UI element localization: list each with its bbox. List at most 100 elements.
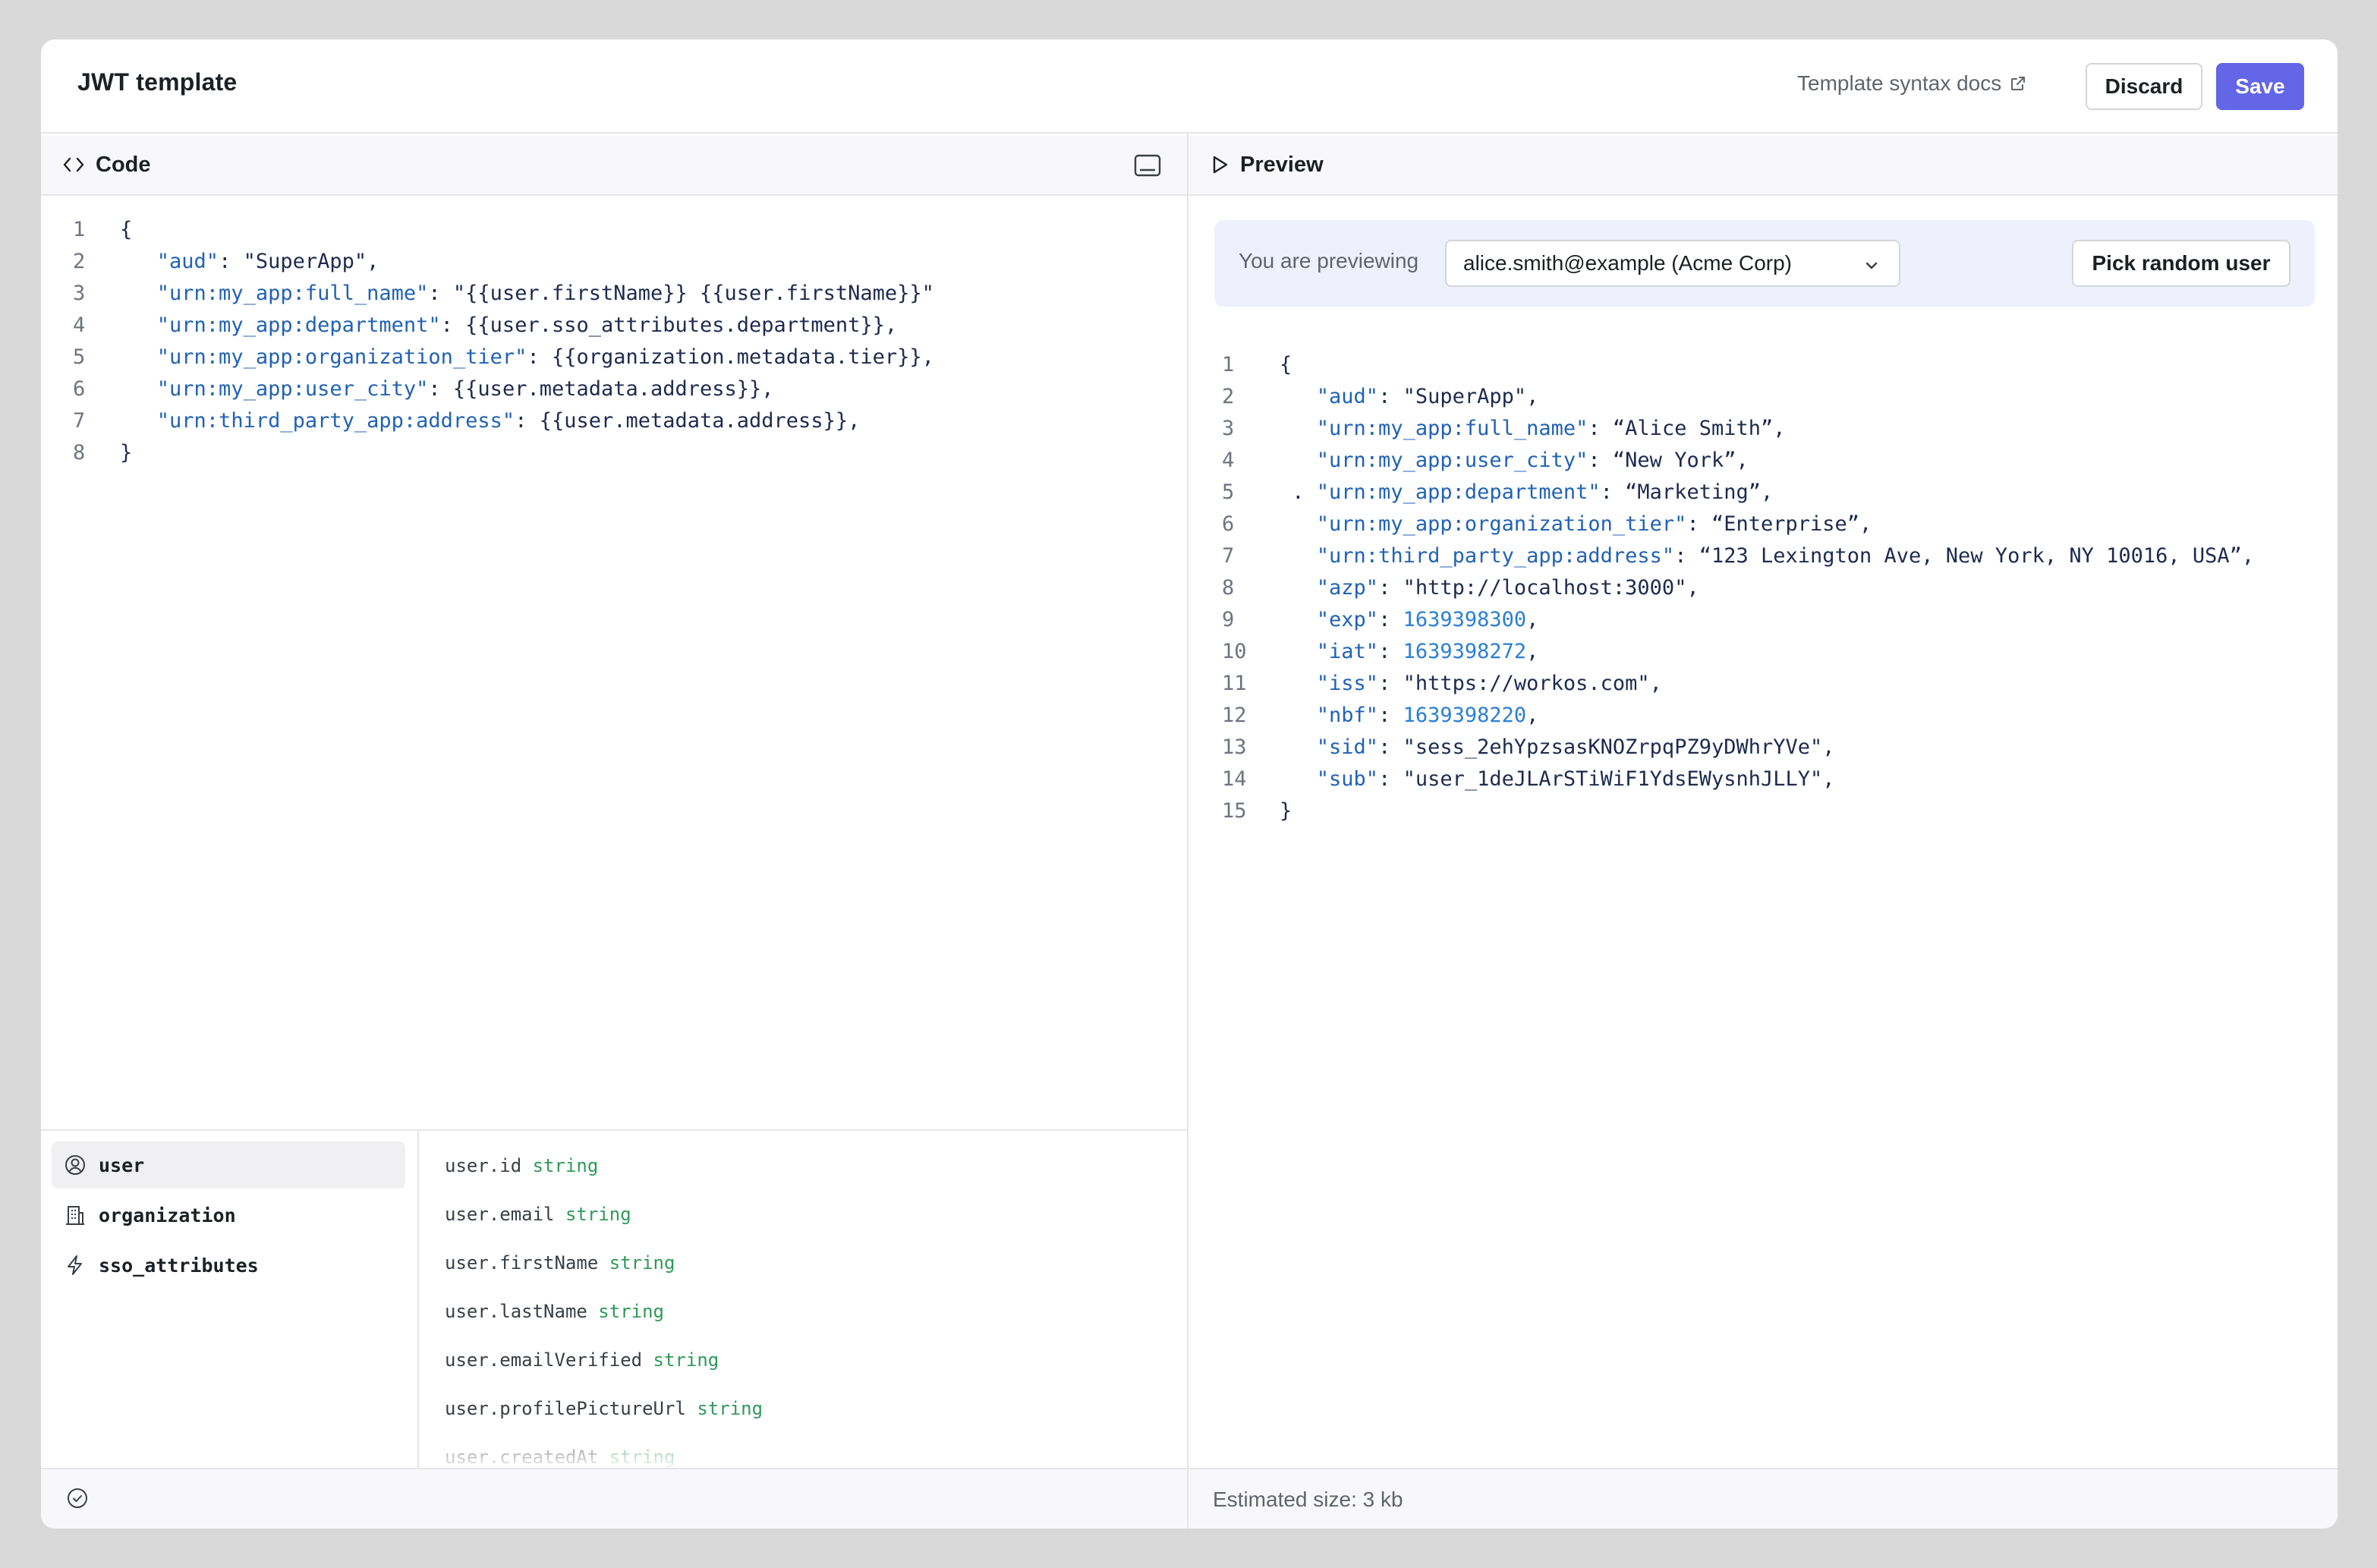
json-text: : "{{user.firstName}} {{user.firstName}}… <box>428 282 934 305</box>
code-line: 2 "aud": "SuperApp", <box>73 246 934 278</box>
json-text: } <box>120 441 133 464</box>
page-title: JWT template <box>77 68 238 96</box>
line-content: "iss": "https://workos.com", <box>1280 668 1662 700</box>
json-key: "aud" <box>156 250 219 273</box>
line-number: 14 <box>1222 767 1247 791</box>
field-item[interactable]: user.createdAt string <box>445 1447 675 1468</box>
line-number: 10 <box>1222 640 1247 663</box>
code-line: 12 "nbf": 1639398220, <box>1222 700 2254 732</box>
line-number: 2 <box>1222 385 1235 408</box>
code-line: 8 "azp": "http://localhost:3000", <box>1222 572 2254 604</box>
json-text: { <box>1280 353 1292 376</box>
user-circle-icon <box>64 1154 87 1176</box>
line-number: 8 <box>1222 576 1235 600</box>
json-text: : "user_1deJLArSTiWiF1YdsEWysnhJLLY", <box>1378 767 1835 791</box>
line-content: "urn:my_app:organization_tier": “Enterpr… <box>1280 508 1872 540</box>
line-content: "urn:my_app:full_name": "{{user.firstNam… <box>120 278 934 310</box>
line-content: "aud": "SuperApp", <box>120 246 379 278</box>
json-text: : “New York”, <box>1588 449 1749 472</box>
code-line: 6 "urn:my_app:user_city": {{user.metadat… <box>73 373 934 405</box>
variables-divider <box>417 1131 419 1469</box>
json-text <box>120 409 157 433</box>
json-text: : "http://localhost:3000", <box>1378 576 1699 600</box>
code-line: 5 "urn:my_app:organization_tier": {{orga… <box>73 342 934 373</box>
code-line: 1{ <box>1222 349 2254 381</box>
line-content: "urn:my_app:user_city": “New York”, <box>1280 445 1749 477</box>
category-label: organization <box>99 1204 236 1226</box>
discard-button[interactable]: Discard <box>2086 63 2202 110</box>
json-key: "urn:my_app:full_name" <box>156 282 429 305</box>
line-number: 4 <box>73 313 86 337</box>
json-text: } <box>1280 799 1292 823</box>
field-name: user.firstName <box>445 1252 599 1274</box>
code-line: 15} <box>1222 795 2254 827</box>
pick-random-user-button[interactable]: Pick random user <box>2072 240 2290 287</box>
code-line: 14 "sub": "user_1deJLArSTiWiF1YdsEWysnhJ… <box>1222 764 2254 795</box>
user-select[interactable]: alice.smith@example (Acme Corp) <box>1445 240 1900 287</box>
code-line: 7 "urn:third_party_app:address": “123 Le… <box>1222 540 2254 572</box>
line-number: 11 <box>1222 672 1247 695</box>
json-text <box>120 250 157 273</box>
json-text <box>120 313 157 337</box>
field-item[interactable]: user.emailVerified string <box>445 1349 719 1371</box>
category-user[interactable]: user <box>52 1141 405 1189</box>
json-text: : <box>1378 640 1403 663</box>
panel-divider[interactable] <box>1187 134 1188 1529</box>
json-text <box>1280 672 1317 695</box>
json-text: : "SuperApp", <box>219 250 379 273</box>
code-editor[interactable]: 1{2 "aud": "SuperApp", 3 "urn:my_app:full… <box>73 214 934 469</box>
line-number: 13 <box>1222 735 1247 759</box>
json-key: "urn:my_app:full_name" <box>1316 417 1588 440</box>
field-item[interactable]: user.email string <box>445 1204 631 1225</box>
line-content: "urn:my_app:full_name": “Alice Smith”, <box>1280 413 1786 445</box>
docs-link-label: Template syntax docs <box>1797 71 2002 95</box>
field-item[interactable]: user.id string <box>445 1155 598 1176</box>
code-line: 8} <box>73 437 934 469</box>
json-text: : "SuperApp", <box>1378 385 1539 408</box>
preview-output: 1{2 "aud": "SuperApp", 3 "urn:my_app:full… <box>1222 349 2254 827</box>
selected-user-value: alice.smith@example (Acme Corp) <box>1463 251 1792 275</box>
category-organization[interactable]: organization <box>52 1192 405 1239</box>
save-button[interactable]: Save <box>2216 63 2304 110</box>
code-line: 2 "aud": "SuperApp", <box>1222 381 2254 413</box>
field-type: string <box>565 1204 631 1225</box>
field-item[interactable]: user.profilePictureUrl string <box>445 1398 763 1419</box>
json-key: "urn:my_app:department" <box>1316 480 1601 504</box>
json-key: "aud" <box>1316 385 1379 408</box>
field-type: string <box>609 1252 675 1274</box>
line-content: "azp": "http://localhost:3000", <box>1280 572 1699 604</box>
field-name: user.createdAt <box>445 1447 599 1468</box>
json-key: "urn:my_app:department" <box>156 313 441 337</box>
json-text <box>1280 640 1317 663</box>
check-circle-icon <box>65 1486 90 1510</box>
previewing-label: You are previewing <box>1239 249 1419 272</box>
json-text <box>1280 449 1317 472</box>
category-sso-attributes[interactable]: sso_attributes <box>52 1242 405 1289</box>
json-text: : <box>1378 608 1403 631</box>
line-number: 3 <box>73 282 86 305</box>
field-type: string <box>609 1447 675 1468</box>
preview-user-bar: You are previewing alice.smith@example (… <box>1214 220 2315 307</box>
line-number: 12 <box>1222 704 1247 727</box>
line-number: 3 <box>1222 417 1235 440</box>
json-text <box>1280 417 1317 440</box>
json-key: "iat" <box>1316 640 1379 663</box>
jwt-template-window: JWT template Template syntax docs Discar… <box>41 39 2338 1529</box>
toggle-bottom-panel-icon[interactable] <box>1134 153 1161 178</box>
chevron-down-icon <box>1862 257 1881 275</box>
line-content: . "urn:my_app:department": “Marketing”, <box>1280 477 1773 508</box>
field-item[interactable]: user.lastName string <box>445 1301 664 1322</box>
line-content: "aud": "SuperApp", <box>1280 381 1539 413</box>
field-item[interactable]: user.firstName string <box>445 1252 675 1274</box>
line-content: "urn:my_app:department": {{user.sso_attr… <box>120 310 897 342</box>
line-content: "urn:my_app:user_city": {{user.metadata.… <box>120 373 774 405</box>
json-text <box>120 345 157 369</box>
json-key: "urn:my_app:user_city" <box>1316 449 1588 472</box>
external-link-icon <box>2009 74 2027 93</box>
json-text: : “Enterprise”, <box>1686 512 1872 536</box>
line-content: "nbf": 1639398220, <box>1280 700 1539 732</box>
code-line: 11 "iss": "https://workos.com", <box>1222 668 2254 700</box>
top-bar: JWT template Template syntax docs Discar… <box>41 39 2338 134</box>
code-brackets-icon <box>62 155 85 175</box>
template-syntax-docs-link[interactable]: Template syntax docs <box>1797 71 2027 96</box>
